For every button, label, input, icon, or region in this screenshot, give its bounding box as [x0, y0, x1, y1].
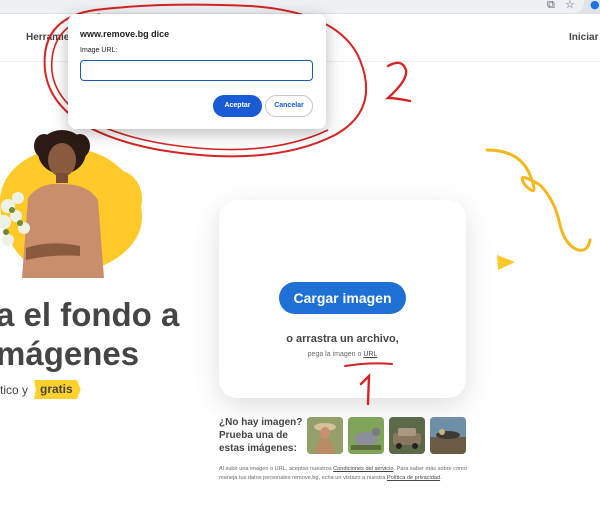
accept-button[interactable]: Aceptar	[213, 95, 262, 117]
sample-image-pigeon[interactable]	[348, 417, 384, 454]
legal-text-3: .	[440, 475, 442, 481]
decorative-triangle	[497, 255, 515, 270]
url-link[interactable]: URL	[363, 351, 377, 358]
sample-image-table[interactable]	[430, 417, 466, 454]
red-annotation-number-2	[384, 61, 412, 103]
paste-url-text: pega la imagen o URL	[219, 351, 466, 358]
legal-notice: Al subir una imagen o URL, aceptas nuest…	[219, 465, 469, 483]
hero-woman-with-flowers-image	[0, 130, 104, 278]
nav-login-link[interactable]: Iniciar	[569, 32, 598, 43]
dialog-label: Image URL:	[80, 47, 118, 54]
terms-link[interactable]: Condiciones del servicio	[333, 466, 393, 472]
cancel-button[interactable]: Cancelar	[265, 95, 313, 117]
extension-icon[interactable]: ●	[590, 0, 600, 11]
browser-toolbar: ⧉ ☆ ●	[0, 0, 600, 14]
star-icon[interactable]: ☆	[565, 0, 575, 11]
hero-headline-line-1: a el fondo a	[0, 296, 180, 333]
free-badge: gratis	[34, 380, 81, 399]
dialog-title: www.remove.bg dice	[80, 29, 170, 39]
sample-image-person[interactable]	[307, 417, 343, 454]
hero-subtitle: tico y	[0, 383, 29, 397]
decorative-squiggle	[485, 148, 592, 252]
hero-headline-line-2: mágenes	[0, 335, 140, 372]
legal-text-1: Al subir una imagen o URL, aceptas nuest…	[219, 466, 334, 472]
upload-image-button[interactable]: Cargar imagen	[279, 282, 406, 314]
image-url-input[interactable]	[80, 60, 313, 81]
url-prompt-dialog: www.remove.bg dice Image URL: Aceptar Ca…	[68, 14, 326, 129]
drag-file-text: o arrastra un archivo,	[286, 333, 399, 345]
privacy-link[interactable]: Política de privacidad	[387, 475, 440, 481]
share-icon[interactable]: ⧉	[547, 0, 555, 12]
paste-url-prefix: pega la imagen o	[307, 351, 364, 358]
no-image-prompt: ¿No hay imagen? Prueba una de estas imág…	[219, 417, 303, 454]
address-bar[interactable]	[0, 0, 584, 13]
upload-card[interactable]: Cargar imagen o arrastra un archivo, peg…	[219, 200, 466, 398]
sample-image-car[interactable]	[389, 417, 425, 454]
